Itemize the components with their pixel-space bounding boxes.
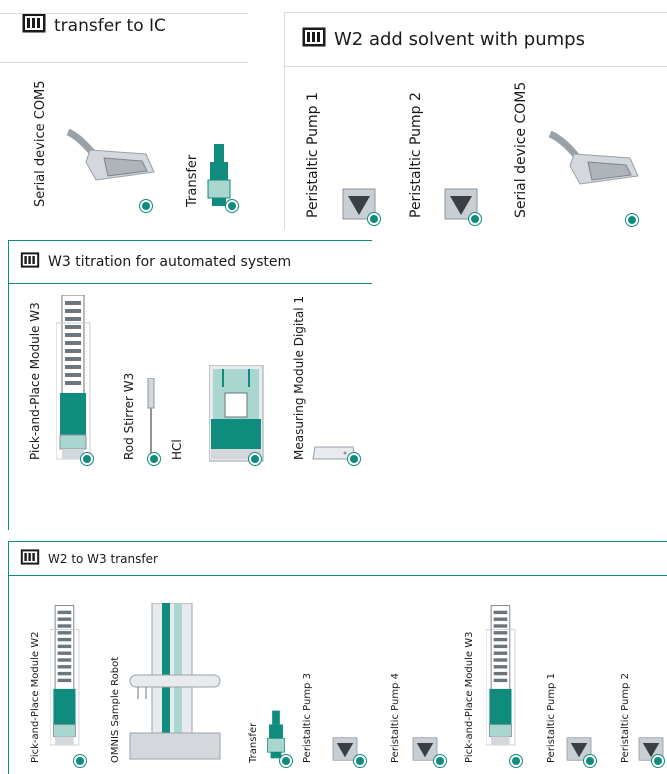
workstation-panel-w2-to-w3-transfer: W2 to W3 transfer Pick-and-Place Module …	[8, 541, 667, 774]
device-label: Peristaltic Pump 1	[546, 673, 557, 763]
device-label: Pick-and-Place Module W3	[28, 302, 42, 460]
status-dot-icon	[350, 455, 358, 463]
panel-header[interactable]: transfer to IC	[0, 0, 248, 51]
device-label: Pick-and-Place Module W2	[30, 631, 41, 763]
status-dot-icon	[228, 202, 236, 210]
status-dot-icon	[512, 757, 520, 765]
workstation-icon	[22, 13, 46, 38]
status-dot-icon	[370, 215, 378, 223]
device-label: Serial device COM5	[513, 81, 529, 218]
device-label: Serial device COM5	[33, 80, 48, 207]
status-dot-icon	[436, 757, 444, 765]
pick-and-place-module-icon[interactable]	[485, 591, 520, 768]
status-dot-icon	[282, 757, 290, 765]
status-dot-icon	[83, 455, 91, 463]
workstation-panel-w2-add-solvent: W2 add solvent with pumps Peristaltic Pu…	[284, 12, 667, 230]
status-dot-icon	[471, 215, 479, 223]
serial-connector-icon[interactable]	[64, 128, 158, 191]
device-label: OMNIS Sample Robot	[110, 656, 121, 763]
panel-header[interactable]: W2 add solvent with pumps	[284, 12, 667, 67]
device-label: Rod Stirrer W3	[122, 372, 136, 460]
pick-and-place-module-icon[interactable]	[49, 591, 84, 768]
device-label: Measuring Module Digital 1	[292, 295, 306, 460]
status-dot-icon	[586, 757, 594, 765]
status-dot-icon	[150, 455, 158, 463]
panel-title: W2 add solvent with pumps	[334, 29, 585, 50]
panel-title: W3 titration for automated system	[48, 254, 292, 270]
workstation-icon	[20, 548, 40, 570]
device-label: Pick-and-Place Module W3	[464, 631, 475, 763]
pick-and-place-module-icon[interactable]	[55, 294, 96, 468]
serial-connector-icon[interactable]	[546, 130, 642, 199]
workstation-icon	[302, 27, 326, 52]
status-dot-icon	[628, 216, 636, 224]
status-dot-icon	[356, 757, 364, 765]
peristaltic-pump-icon[interactable]	[332, 737, 358, 766]
titration-module-icon[interactable]	[208, 364, 265, 468]
device-label: Transfer	[248, 722, 259, 763]
panel-header[interactable]: W3 titration for automated system	[8, 240, 372, 284]
status-dot-icon	[654, 757, 662, 765]
status-dot-icon	[251, 455, 259, 463]
device-label: Peristaltic Pump 2	[620, 673, 631, 763]
device-label: Peristaltic Pump 2	[408, 92, 424, 218]
sample-robot-icon[interactable]	[128, 602, 224, 768]
panel-header[interactable]: W2 to W3 transfer	[8, 541, 667, 577]
workstation-icon	[20, 251, 40, 273]
device-label: Transfer	[185, 154, 200, 207]
workstation-panel-w3-titration: W3 titration for automated system Pick-a…	[8, 240, 372, 530]
device-label: HCl	[170, 439, 184, 460]
workstation-panel-transfer-to-ic: transfer to IC Serial device COM5 Transf…	[0, 0, 248, 230]
device-label: Peristaltic Pump 3	[302, 673, 313, 763]
panel-title: transfer to IC	[54, 15, 166, 36]
device-label: Peristaltic Pump 1	[305, 92, 321, 218]
panel-title: W2 to W3 transfer	[48, 552, 158, 566]
peristaltic-pump-icon[interactable]	[412, 737, 438, 766]
status-dot-icon	[142, 202, 150, 210]
status-dot-icon	[76, 757, 84, 765]
device-label: Peristaltic Pump 4	[390, 673, 401, 763]
